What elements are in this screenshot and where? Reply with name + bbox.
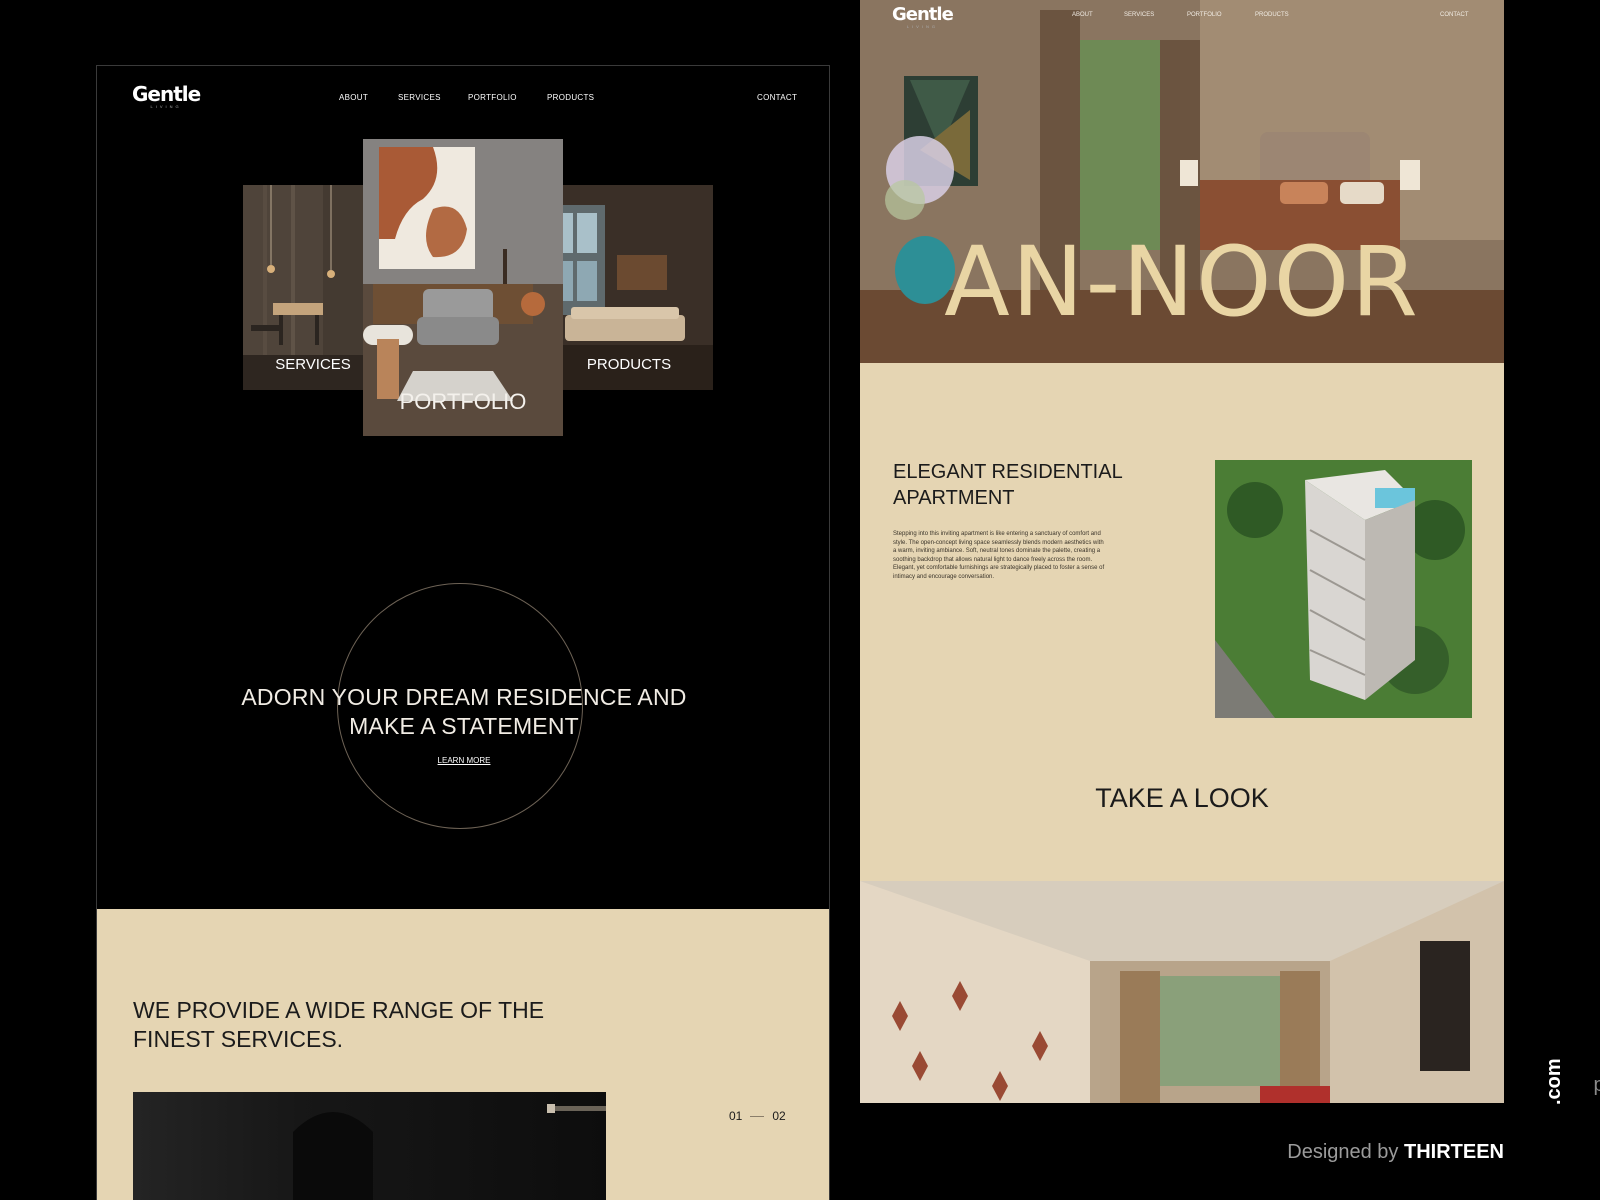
right-nav-products[interactable]: PRODUCTS: [1255, 12, 1289, 18]
living-room-image: [860, 881, 1504, 1103]
services-title-line2: FINEST SERVICES.: [133, 1026, 344, 1052]
hero-title: AN-NOOR: [944, 226, 1420, 338]
nav-services[interactable]: SERVICES: [398, 93, 441, 102]
apartment-section: ELEGANT RESIDENTIAL APARTMENT Stepping i…: [860, 363, 1504, 881]
services-section: WE PROVIDE A WIDE RANGE OF THE FINEST SE…: [97, 909, 829, 1200]
designer-credit: Designed by THIRTEEN: [1287, 1141, 1504, 1164]
learn-more-link[interactable]: LEARN MORE: [97, 756, 829, 765]
pager-current: 01: [729, 1109, 743, 1123]
services-card-label: SERVICES: [275, 356, 351, 373]
portfolio-card[interactable]: PORTFOLIO: [363, 139, 563, 436]
portfolio-card-label: PORTFOLIO: [399, 389, 527, 414]
nav-products[interactable]: PRODUCTS: [547, 93, 594, 102]
right-nav-portfolio[interactable]: PORTFOLIO: [1187, 12, 1222, 18]
take-a-look-heading: TAKE A LOOK: [1095, 783, 1269, 813]
services-title: WE PROVIDE A WIDE RANGE OF THE FINEST SE…: [133, 996, 563, 1054]
aerial-building-art: [1215, 460, 1472, 718]
nav-contact[interactable]: CONTACT: [757, 93, 797, 102]
vertical-watermark: thirteenlimited .com: [1535, 930, 1600, 1105]
slider-pager[interactable]: 01 02: [729, 1109, 786, 1123]
hero-headline: ADORN YOUR DREAM RESIDENCE AND MAKE A ST…: [137, 683, 791, 741]
products-card[interactable]: PRODUCTS: [545, 185, 713, 390]
right-nav-about[interactable]: ABOUT: [1072, 12, 1093, 18]
credit-prefix: Designed by: [1287, 1141, 1399, 1163]
pager-total: 02: [772, 1109, 786, 1123]
apartment-title-line1: ELEGANT RESIDENTIAL: [893, 461, 1123, 483]
aerial-building-image: [1215, 460, 1472, 718]
living-room-art: [860, 881, 1504, 1103]
services-image: [133, 1092, 606, 1200]
right-nav-services[interactable]: SERVICES: [1124, 12, 1154, 18]
logo[interactable]: Gentle LIVING: [132, 82, 201, 109]
right-logo[interactable]: Gentle LIVING: [892, 4, 954, 30]
hero-section: Gentle LIVING ABOUT SERVICES PORTFOLIO P…: [860, 0, 1504, 363]
nav-about[interactable]: ABOUT: [339, 93, 368, 102]
hero-headline-line2: MAKE A STATEMENT: [349, 713, 579, 739]
services-title-line1: WE PROVIDE A WIDE RANGE OF THE: [133, 997, 545, 1023]
right-logo-text: Gentle: [892, 4, 954, 25]
nav-portfolio[interactable]: PORTFOLIO: [468, 93, 517, 102]
watermark-name: thirteenlimited: [1593, 1074, 1600, 1097]
logo-text: Gentle: [132, 82, 201, 106]
left-page-mockup: Gentle LIVING ABOUT SERVICES PORTFOLIO P…: [96, 65, 830, 1200]
apartment-title-line2: APARTMENT: [893, 487, 1015, 509]
services-image-art: [293, 1104, 606, 1200]
watermark-tld: .com: [1543, 1058, 1565, 1105]
hero-headline-line1: ADORN YOUR DREAM RESIDENCE AND: [241, 684, 687, 710]
products-card-label: PRODUCTS: [586, 356, 672, 373]
apartment-description: Stepping into this inviting apartment is…: [893, 531, 1105, 580]
apartment-title: ELEGANT RESIDENTIAL APARTMENT: [893, 459, 1153, 511]
right-nav-contact[interactable]: CONTACT: [1440, 12, 1469, 18]
credit-brand: THIRTEEN: [1404, 1141, 1504, 1163]
pager-divider: [750, 1115, 765, 1117]
right-page-mockup: Gentle LIVING ABOUT SERVICES PORTFOLIO P…: [860, 0, 1504, 1103]
